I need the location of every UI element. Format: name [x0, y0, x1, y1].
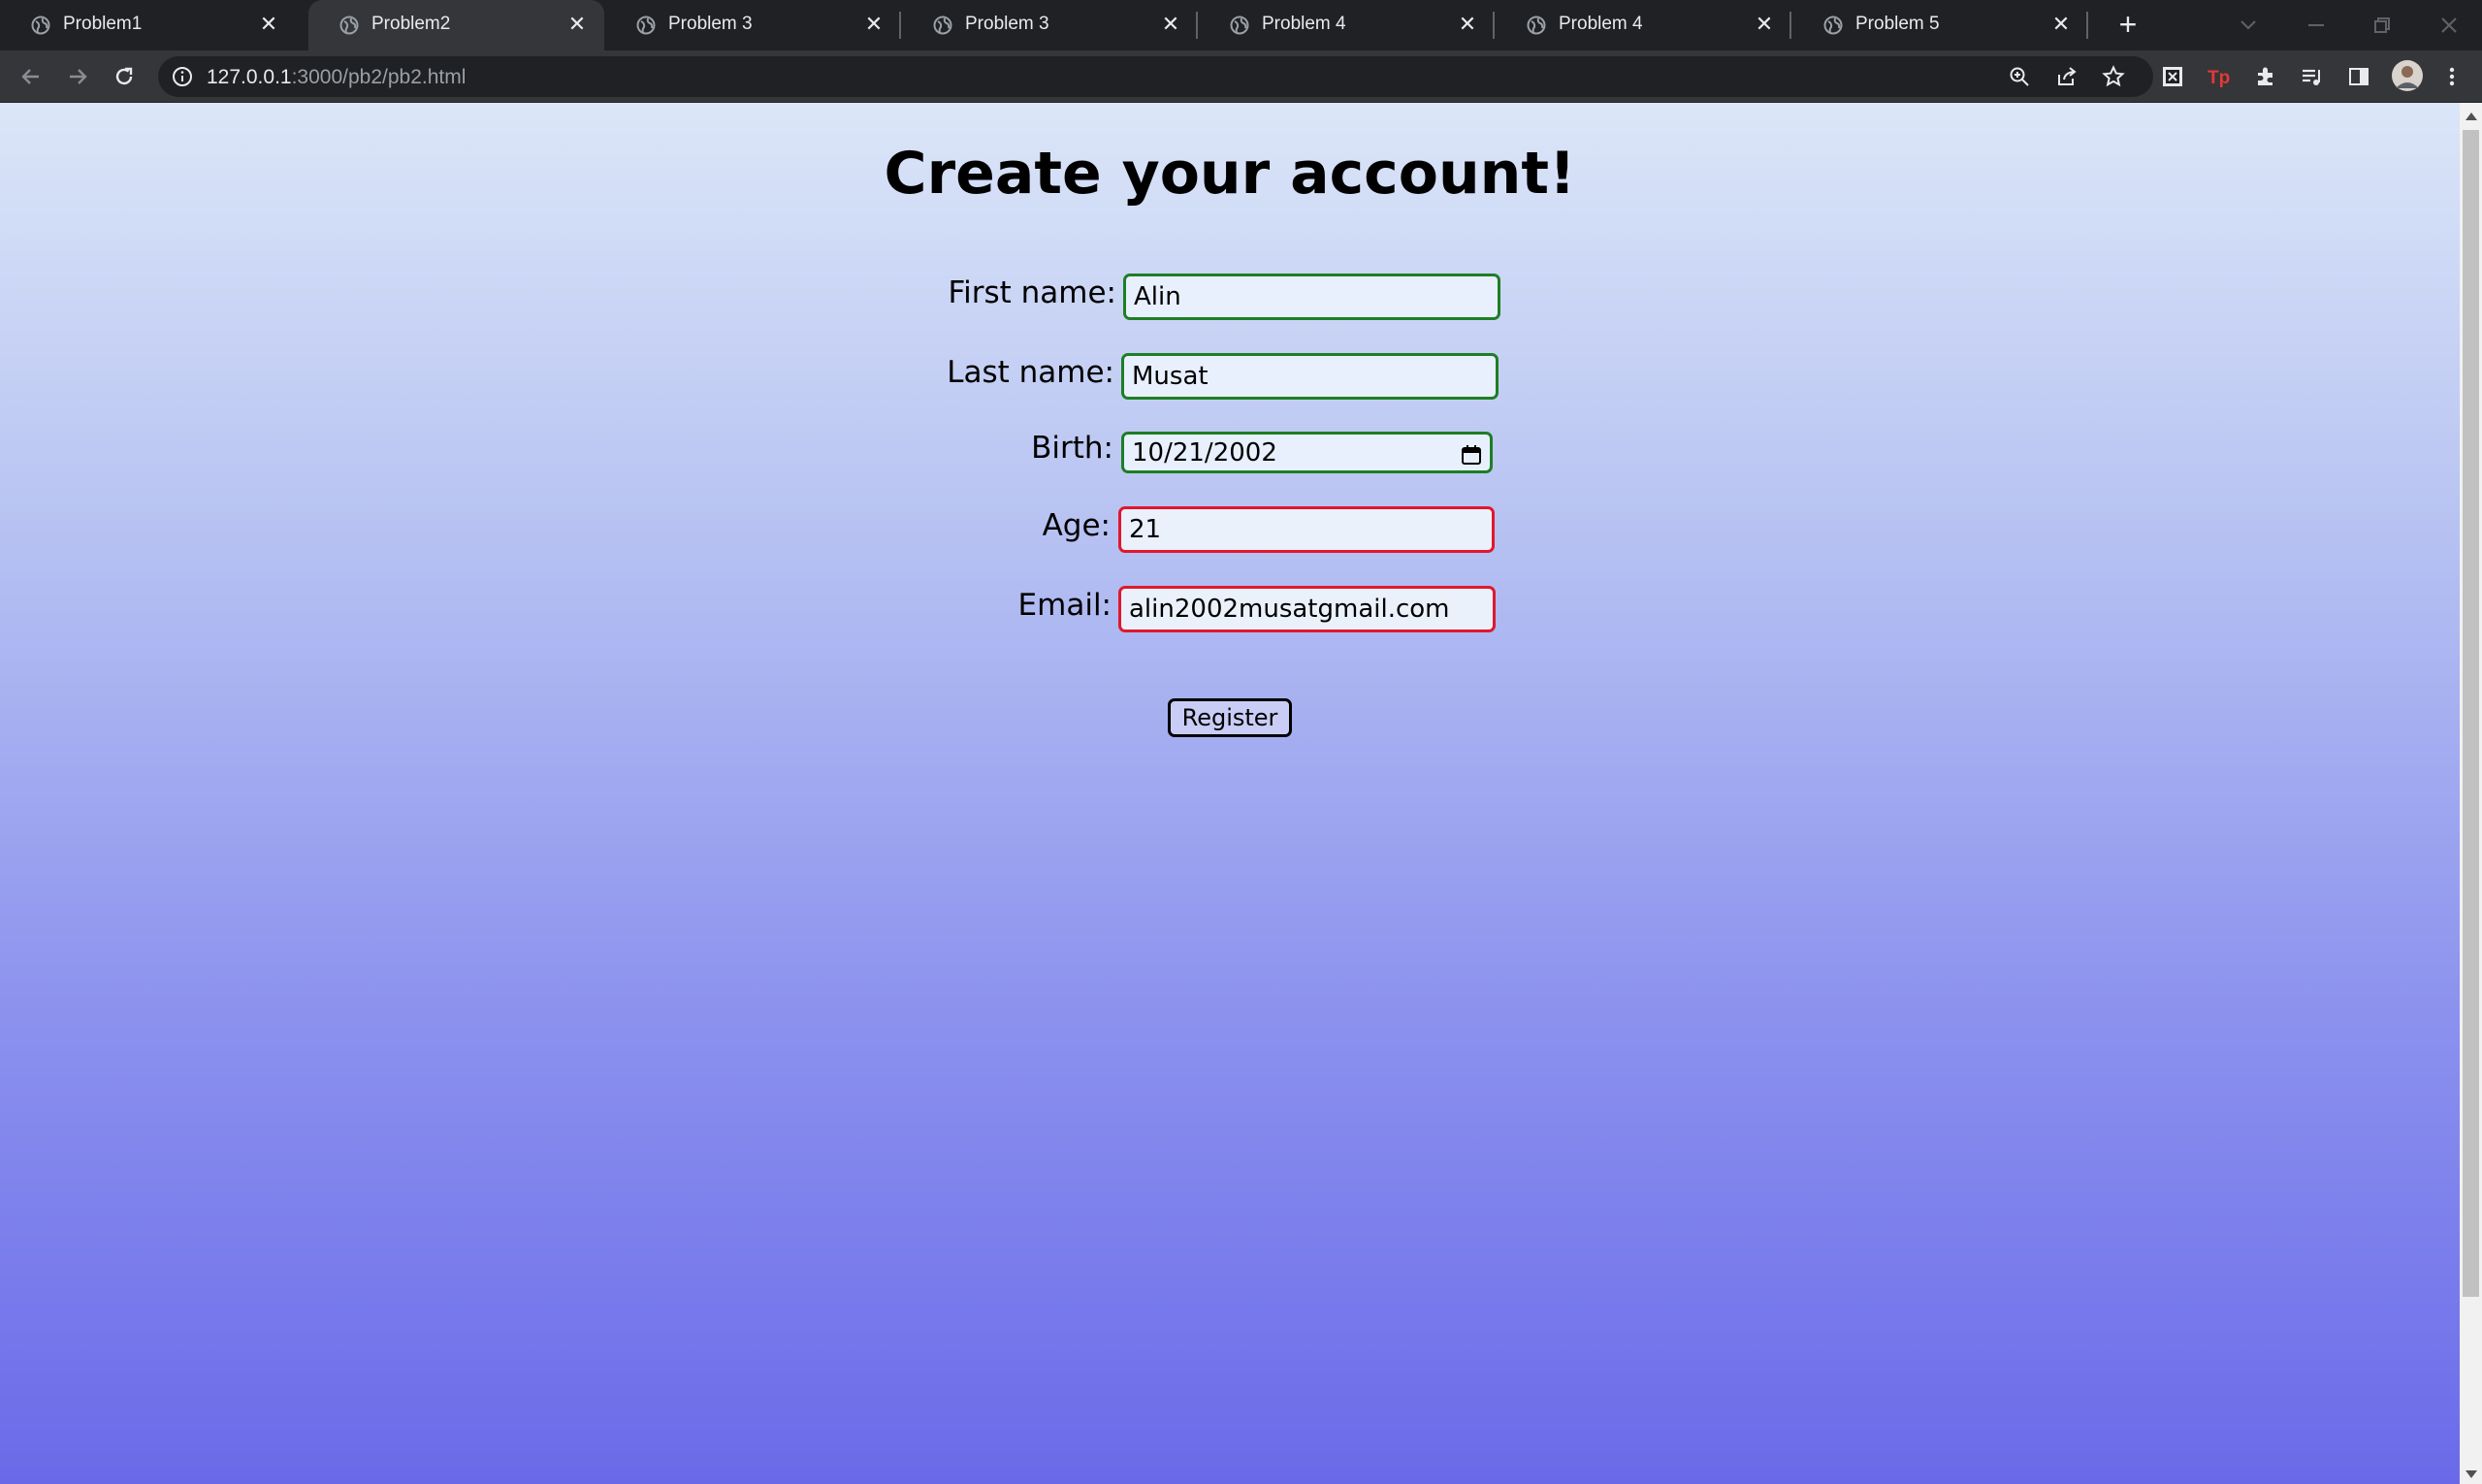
calendar-icon[interactable] — [1461, 444, 1482, 466]
tab-title: Problem 3 — [668, 14, 753, 34]
url-host: 127.0.0.1 — [207, 66, 292, 88]
scrollbar-thumb[interactable] — [2463, 130, 2479, 1297]
tab-problem5[interactable]: Problem 5 ✕ — [1792, 0, 2088, 50]
email-value: alin2002musatgmail.com — [1129, 595, 1450, 624]
tab-problem3-b[interactable]: Problem 3 ✕ — [902, 0, 1198, 50]
page-scrollbar[interactable] — [2460, 103, 2482, 1484]
age-field[interactable]: 21 — [1118, 506, 1495, 553]
email-field[interactable]: alin2002musatgmail.com — [1118, 586, 1496, 632]
star-icon[interactable] — [2100, 63, 2127, 90]
close-icon[interactable]: ✕ — [1454, 11, 1481, 38]
last-name-label: Last name: — [947, 355, 1114, 390]
globe-icon — [636, 16, 656, 35]
globe-icon — [1527, 16, 1546, 35]
first-name-label: First name: — [948, 275, 1116, 310]
scroll-down-icon[interactable] — [2466, 1470, 2477, 1478]
tab-title: Problem1 — [63, 14, 143, 34]
extension-kodak-icon[interactable] — [2159, 63, 2186, 90]
last-name-field[interactable]: Musat — [1121, 353, 1499, 400]
globe-icon — [1230, 16, 1249, 35]
tab-title: Problem 4 — [1559, 14, 1643, 34]
last-name-value: Musat — [1132, 362, 1209, 391]
tab-title: Problem 3 — [965, 14, 1049, 34]
close-icon[interactable]: ✕ — [2047, 11, 2075, 38]
close-window-icon[interactable] — [2430, 6, 2468, 45]
close-icon[interactable]: ✕ — [1157, 11, 1184, 38]
email-label: Email: — [1017, 588, 1112, 623]
globe-icon — [1823, 16, 1843, 35]
tab-separator — [2086, 12, 2088, 39]
share-icon[interactable] — [2053, 63, 2080, 90]
new-tab-button[interactable]: + — [2112, 9, 2144, 41]
tab-separator — [1789, 12, 1791, 39]
globe-icon — [339, 16, 359, 35]
tab-problem1[interactable]: Problem1 ✕ — [0, 0, 296, 50]
register-button[interactable]: Register — [1168, 698, 1292, 737]
tab-search-icon[interactable] — [2229, 6, 2268, 45]
extension-tp-icon[interactable]: Tp — [2206, 63, 2233, 90]
info-icon[interactable] — [172, 66, 193, 87]
side-panel-icon[interactable] — [2345, 63, 2372, 90]
url-path: :3000/pb2/pb2.html — [291, 66, 467, 88]
forward-icon[interactable] — [62, 61, 93, 92]
tab-problem4[interactable]: Problem 4 ✕ — [1199, 0, 1495, 50]
tab-title: Problem2 — [371, 14, 451, 34]
minimize-icon[interactable] — [2297, 6, 2336, 45]
tab-problem3[interactable]: Problem 3 ✕ — [605, 0, 901, 50]
browser-toolbar: 127.0.0.1:3000/pb2/pb2.html Tp — [0, 50, 2482, 102]
birth-date-field[interactable]: 10/21/2002 — [1121, 432, 1493, 473]
back-icon[interactable] — [16, 61, 47, 92]
close-icon[interactable]: ✕ — [255, 11, 282, 38]
tab-separator — [899, 12, 901, 39]
close-icon[interactable]: ✕ — [1751, 11, 1778, 38]
birth-value: 10/21/2002 — [1132, 437, 1277, 468]
reading-list-icon[interactable] — [2299, 63, 2326, 90]
globe-icon — [933, 16, 952, 35]
page-viewport: Create your account! First name: Alin La… — [0, 103, 2460, 1484]
url-text: 127.0.0.1:3000/pb2/pb2.html — [207, 66, 466, 89]
tab-problem4-b[interactable]: Problem 4 ✕ — [1496, 0, 1791, 50]
svg-text:Tp: Tp — [2208, 68, 2230, 88]
tab-problem2[interactable]: Problem2 ✕ — [308, 0, 604, 50]
extension-icon[interactable] — [2252, 63, 2279, 90]
tab-separator — [1196, 12, 1198, 39]
zoom-icon[interactable] — [2006, 63, 2033, 90]
birth-label: Birth: — [1031, 431, 1113, 466]
tab-title: Problem 5 — [1855, 14, 1940, 34]
address-bar[interactable]: 127.0.0.1:3000/pb2/pb2.html — [158, 56, 2153, 97]
first-name-value: Alin — [1134, 282, 1181, 311]
tab-separator — [1493, 12, 1495, 39]
tab-strip: Problem1 ✕ Problem2 ✕ Problem 3 ✕ Proble… — [0, 0, 2482, 50]
globe-icon — [31, 16, 50, 35]
age-label: Age: — [1042, 508, 1111, 543]
restore-icon[interactable] — [2363, 6, 2401, 45]
tab-title: Problem 4 — [1262, 14, 1346, 34]
reload-icon[interactable] — [109, 61, 140, 92]
close-icon[interactable]: ✕ — [860, 11, 887, 38]
avatar[interactable] — [2391, 59, 2424, 92]
menu-icon[interactable] — [2438, 63, 2466, 90]
close-icon[interactable]: ✕ — [564, 11, 591, 38]
scroll-up-icon[interactable] — [2466, 113, 2477, 120]
page-title: Create your account! — [884, 140, 1576, 208]
age-value: 21 — [1129, 515, 1162, 544]
first-name-field[interactable]: Alin — [1123, 274, 1500, 320]
